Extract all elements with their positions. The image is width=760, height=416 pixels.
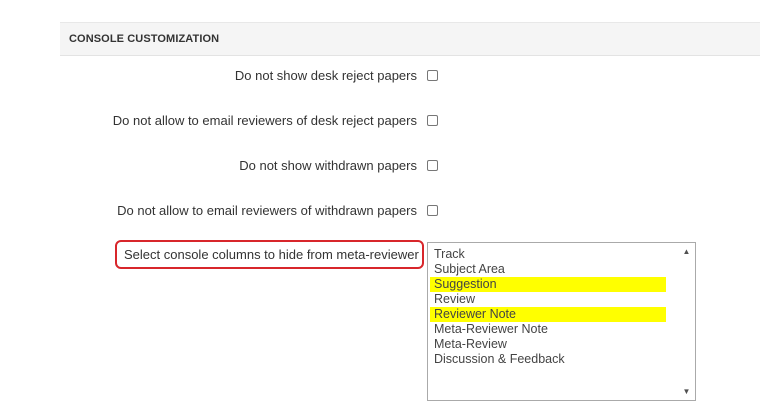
listbox-option-review[interactable]: Review <box>430 292 666 307</box>
hide-columns-label: Select console columns to hide from meta… <box>124 247 419 262</box>
listbox-option-meta-review[interactable]: Meta-Review <box>430 337 666 352</box>
listbox-option-reviewer-note[interactable]: Reviewer Note <box>430 307 666 322</box>
hide-columns-options: Track Subject Area Suggestion Review Rev… <box>430 247 666 367</box>
checkbox-no-email-desk-reject[interactable] <box>427 115 438 126</box>
scroll-up-arrow-icon[interactable]: ▲ <box>678 243 695 260</box>
hide-columns-listbox[interactable]: Track Subject Area Suggestion Review Rev… <box>427 242 696 401</box>
section-title: CONSOLE CUSTOMIZATION <box>69 33 220 45</box>
option-label-hide-desk-reject: Do not show desk reject papers <box>234 68 417 83</box>
checkbox-no-email-withdrawn[interactable] <box>427 205 438 216</box>
listbox-option-subject-area[interactable]: Subject Area <box>430 262 666 277</box>
checkbox-hide-withdrawn[interactable] <box>427 160 438 171</box>
listbox-option-discussion-feedback[interactable]: Discussion & Feedback <box>430 352 666 367</box>
option-row-hide-withdrawn: Do not show withdrawn papers <box>0 156 760 176</box>
option-label-no-email-withdrawn: Do not allow to email reviewers of withd… <box>117 203 417 218</box>
checkbox-hide-desk-reject[interactable] <box>427 70 438 81</box>
listbox-scrollbar[interactable]: ▲ ▼ <box>678 243 695 400</box>
listbox-option-suggestion[interactable]: Suggestion <box>430 277 666 292</box>
listbox-option-meta-reviewer-note[interactable]: Meta-Reviewer Note <box>430 322 666 337</box>
option-label-no-email-desk-reject: Do not allow to email reviewers of desk … <box>112 113 417 128</box>
section-header: CONSOLE CUSTOMIZATION <box>60 22 760 56</box>
option-row-no-email-desk-reject: Do not allow to email reviewers of desk … <box>0 111 760 131</box>
scroll-down-arrow-icon[interactable]: ▼ <box>678 383 695 400</box>
option-label-hide-withdrawn: Do not show withdrawn papers <box>239 158 417 173</box>
listbox-option-track[interactable]: Track <box>430 247 666 262</box>
console-customization-page: CONSOLE CUSTOMIZATION Do not show desk r… <box>0 0 760 416</box>
option-row-hide-desk-reject: Do not show desk reject papers <box>0 66 760 86</box>
option-row-no-email-withdrawn: Do not allow to email reviewers of withd… <box>0 201 760 221</box>
